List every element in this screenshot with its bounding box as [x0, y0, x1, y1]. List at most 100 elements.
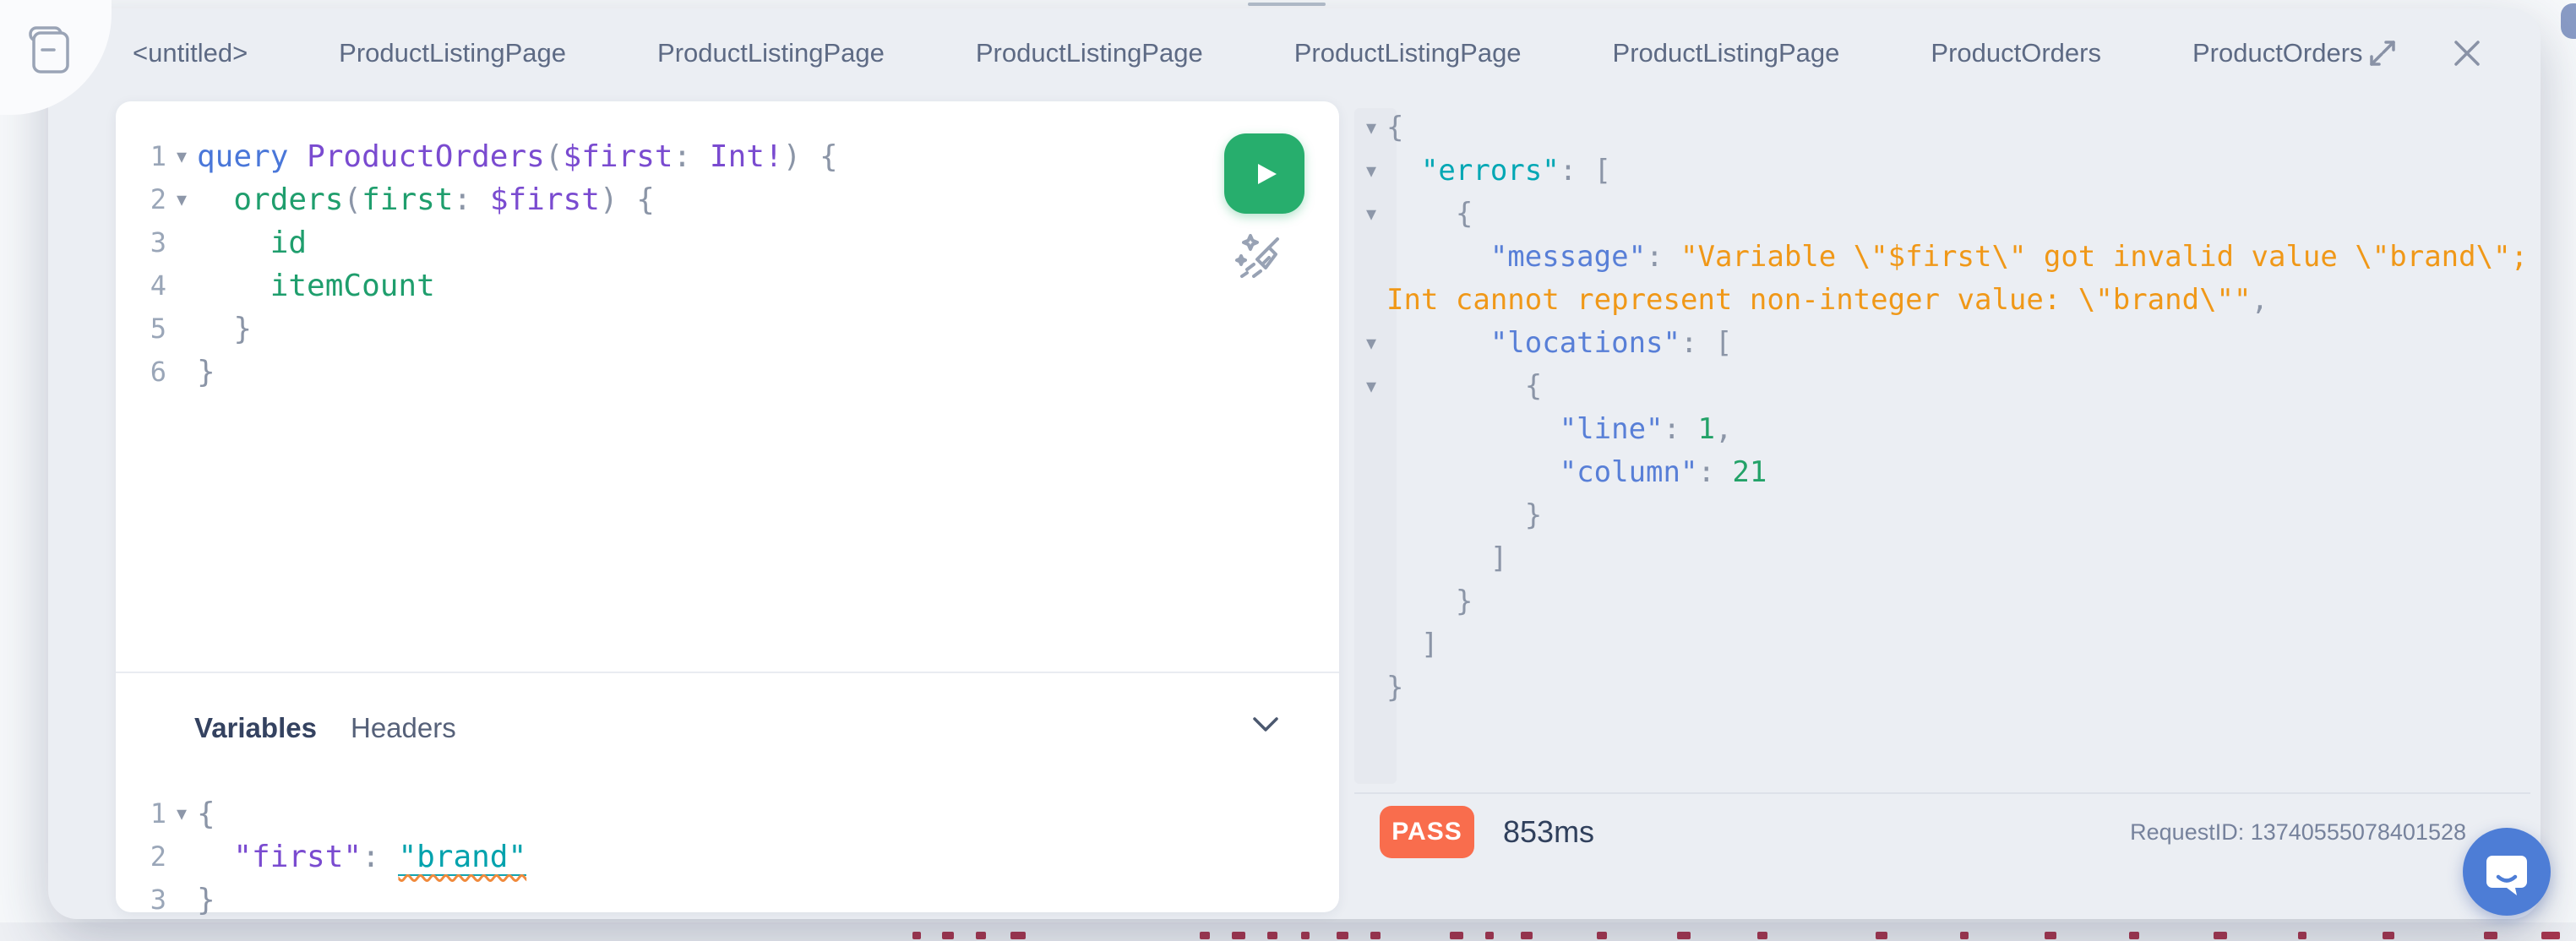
background-mark: [1200, 932, 1210, 939]
fold-arrow-icon[interactable]: ▾: [1356, 106, 1386, 150]
operation-panel: 1 ▾ query ProductOrders($first: Int!) {2 ▾ …: [116, 101, 1339, 917]
tab-productlistingpage[interactable]: ProductListingPage: [1294, 38, 1522, 68]
background-mark: [1337, 932, 1348, 939]
status-badge: PASS: [1380, 806, 1474, 858]
tab-untitled[interactable]: <untitled>: [133, 38, 248, 68]
tab-productlistingpage[interactable]: ProductListingPage: [1613, 38, 1840, 68]
code-line: ▾{: [1356, 106, 2530, 150]
play-icon: [1257, 163, 1277, 184]
prettify-button[interactable]: [1233, 228, 1287, 282]
line-number: 1: [150, 797, 166, 829]
background-mark: [1521, 932, 1533, 939]
background-mark: [1677, 932, 1691, 939]
tab-headers[interactable]: Headers: [351, 712, 456, 744]
tab-productorders[interactable]: ProductOrders: [2192, 38, 2363, 68]
line-number: 6: [150, 356, 166, 388]
code-text: Int cannot represent non-integer value: …: [1386, 283, 2268, 317]
background-mark: [1757, 932, 1767, 939]
background-mark: [2484, 932, 2497, 939]
prettify-icon: [1235, 234, 1279, 278]
background-mark: [1876, 932, 1887, 939]
tab-bar: <untitled> ProductListingPage ProductListi…: [48, 8, 2541, 98]
fold-arrow-icon[interactable]: ▾: [166, 178, 197, 221]
code-text: }: [197, 312, 253, 346]
background-mark: [2298, 932, 2306, 939]
code-line: ▾ {: [1356, 365, 2530, 408]
tab-productlistingpage[interactable]: ProductListingPage: [976, 38, 1203, 68]
background-mark: [1370, 932, 1381, 939]
code-text: }: [197, 355, 215, 389]
line-number: 5: [150, 313, 166, 345]
chat-bubble-icon: [2486, 856, 2527, 895]
tab-productlistingpage[interactable]: ProductListingPage: [339, 38, 566, 68]
fold-arrow-icon[interactable]: ▾: [166, 792, 197, 835]
code-line: }: [1356, 494, 2530, 537]
query-editor[interactable]: 1 ▾ query ProductOrders($first: Int!) {2 ▾ …: [116, 135, 1339, 659]
code-text: query ProductOrders($first: Int!) {: [197, 139, 838, 174]
line-number: 3: [150, 226, 166, 258]
tab-productlistingpage[interactable]: ProductListingPage: [657, 38, 885, 68]
graphql-playground-modal: <untitled> ProductListingPage ProductListi…: [48, 8, 2541, 919]
code-text: {: [1386, 369, 1543, 403]
fold-arrow-icon[interactable]: ▾: [166, 135, 197, 178]
chat-launcher-button[interactable]: [2463, 828, 2551, 916]
code-text: "locations": [: [1490, 326, 1733, 360]
run-button[interactable]: [1224, 133, 1304, 214]
code-line: 3}: [116, 878, 1339, 922]
code-text: ]: [1386, 628, 1439, 661]
code-text: "first": "brand": [233, 840, 527, 876]
code-text: {: [197, 797, 215, 831]
code-line: 3 id: [116, 221, 1339, 264]
line-number: 3: [150, 884, 166, 916]
fold-arrow-icon[interactable]: ▾: [1356, 193, 1386, 236]
variables-editor[interactable]: 1 ▾{2 "first": "brand" 3}: [116, 792, 1339, 927]
code-line: 6}: [116, 351, 1339, 394]
code-line: ▾ {: [1356, 193, 2530, 236]
line-number: 2: [150, 183, 166, 215]
book-icon[interactable]: [29, 25, 71, 79]
background-mark: [2214, 932, 2227, 939]
background-mark: [942, 932, 954, 939]
code-text: id: [270, 226, 308, 260]
tab-productorders[interactable]: ProductOrders: [1931, 38, 2101, 68]
code-text: itemCount: [270, 269, 435, 303]
code-line: 1 ▾{: [116, 792, 1339, 835]
line-number: 1: [150, 140, 166, 172]
code-line: ]: [1356, 623, 2530, 666]
code-line: 4 itemCount: [116, 264, 1339, 307]
background-mark: [912, 932, 921, 939]
expand-icon: [2369, 41, 2395, 66]
close-button[interactable]: [2448, 34, 2486, 73]
code-text: }: [197, 883, 215, 917]
background-mark: [1485, 932, 1494, 939]
code-text: {: [1386, 111, 1404, 144]
code-line: "message": "Variable \"$first\" got inva…: [1356, 236, 2530, 279]
background-mark: [2129, 932, 2139, 939]
tab-variables[interactable]: Variables: [194, 712, 317, 744]
response-viewer: ▾{▾ "errors": [▾ { "message": "Variable …: [1356, 106, 2530, 794]
code-line: "column": 21: [1356, 451, 2530, 494]
code-text: }: [1386, 498, 1543, 532]
expand-button[interactable]: [2363, 34, 2402, 73]
code-line: 2 "first": "brand": [116, 835, 1339, 878]
fold-arrow-icon[interactable]: ▾: [1356, 150, 1386, 193]
fold-arrow-icon[interactable]: ▾: [1356, 365, 1386, 408]
code-text: orders(first: $first) {: [233, 182, 655, 217]
duration-label: 853ms: [1503, 814, 1595, 849]
code-text: "column": 21: [1559, 455, 1767, 489]
chevron-down-icon: [1253, 717, 1278, 732]
background-mark: [1267, 932, 1277, 939]
background-mark: [2045, 932, 2056, 939]
fold-arrow-icon[interactable]: ▾: [1356, 322, 1386, 365]
code-text: {: [1386, 197, 1473, 231]
collapse-section-button[interactable]: [1248, 714, 1283, 740]
